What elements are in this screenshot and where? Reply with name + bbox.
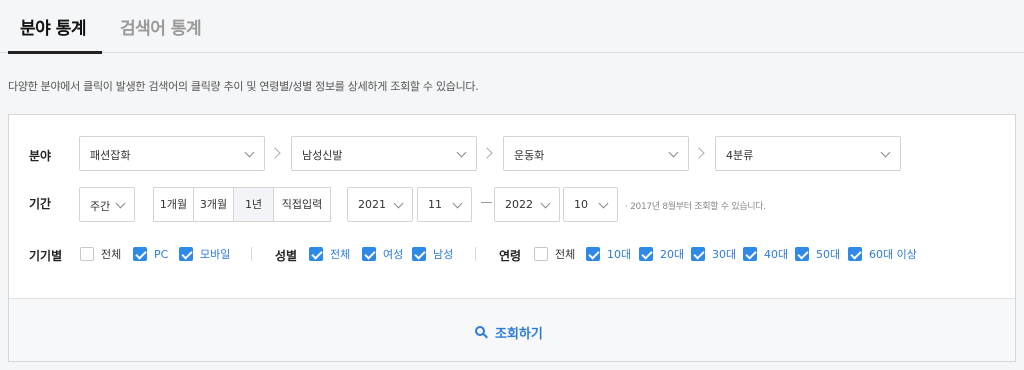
end-year-value: 2022 — [505, 198, 533, 211]
active-tab-indicator — [8, 51, 102, 54]
checkbox-label: 전체 — [555, 248, 576, 261]
checkbox-label: 50대 — [816, 248, 841, 261]
period-hint: · 2017년 8월부터 조회할 수 있습니다. — [625, 202, 766, 212]
chevron-down-icon — [456, 147, 467, 158]
chevron-down-icon — [598, 198, 609, 209]
checkbox-label: 10대 — [607, 248, 632, 261]
age-label: 연령 — [499, 249, 522, 263]
chevron-down-icon — [244, 147, 255, 158]
end-year-select[interactable]: 2022 — [494, 187, 560, 222]
page-description: 다양한 분야에서 클릭이 발생한 검색어의 클릭량 추이 및 연령별/성별 정보… — [8, 80, 479, 93]
checkbox-label: 60대 이상 — [869, 248, 917, 261]
filter-panel: 분야 패션잡화 남성신발 운동화 4분류 기간 주간 1개월 3개월 1년 직접… — [8, 114, 1016, 362]
age-20s-checkbox[interactable]: 20대 — [639, 246, 684, 262]
age-all-checkbox[interactable]: 전체 — [534, 246, 575, 262]
search-icon — [475, 325, 489, 340]
category-level2-value: 남성신발 — [302, 149, 343, 162]
age-10s-checkbox[interactable]: 10대 — [586, 246, 631, 262]
checkbox-label: 전체 — [330, 248, 351, 261]
chevron-right-icon — [481, 147, 493, 159]
checkbox-label: 여성 — [383, 248, 404, 261]
end-month-value: 10 — [574, 198, 588, 211]
category-level4-value: 4분류 — [726, 149, 754, 162]
start-month-value: 11 — [428, 198, 442, 211]
checkbox-label: 40대 — [764, 248, 789, 261]
range-1year-button[interactable]: 1년 — [234, 188, 274, 221]
checkbox-label: 전체 — [101, 248, 122, 261]
search-button[interactable]: 조회하기 — [475, 323, 543, 342]
period-unit-select[interactable]: 주간 — [79, 187, 135, 222]
date-range-dash — [481, 202, 492, 203]
checkbox-box — [133, 247, 147, 261]
checkbox-box — [80, 247, 94, 261]
divider — [251, 247, 252, 261]
checkbox-box — [743, 247, 757, 261]
chevron-down-icon — [393, 198, 404, 209]
checkbox-box — [309, 247, 323, 261]
category-level1-select[interactable]: 패션잡화 — [79, 136, 265, 171]
checkbox-label: 모바일 — [200, 248, 231, 261]
tab-category-stats[interactable]: 분야 통계 — [20, 14, 86, 39]
checkbox-box — [691, 247, 705, 261]
gender-female-checkbox[interactable]: 여성 — [362, 246, 403, 262]
device-all-checkbox[interactable]: 전체 — [80, 246, 121, 262]
tab-bar: 분야 통계 검색어 통계 — [0, 0, 1024, 54]
checkbox-box — [362, 247, 376, 261]
divider — [475, 247, 476, 261]
age-40s-checkbox[interactable]: 40대 — [743, 246, 788, 262]
device-label: 기기별 — [29, 249, 63, 263]
device-mobile-checkbox[interactable]: 모바일 — [179, 246, 230, 262]
checkbox-box — [534, 247, 548, 261]
age-60plus-checkbox[interactable]: 60대 이상 — [848, 246, 917, 262]
start-year-value: 2021 — [358, 198, 386, 211]
category-level1-value: 패션잡화 — [90, 149, 131, 162]
checkbox-box — [586, 247, 600, 261]
chevron-down-icon — [540, 198, 551, 209]
period-label: 기간 — [29, 197, 52, 211]
period-unit-value: 주간 — [90, 200, 111, 213]
chevron-down-icon — [452, 198, 463, 209]
category-label: 분야 — [29, 149, 52, 163]
chevron-right-icon — [269, 147, 281, 159]
gender-male-checkbox[interactable]: 남성 — [412, 246, 453, 262]
gender-all-checkbox[interactable]: 전체 — [309, 246, 350, 262]
category-level3-select[interactable]: 운동화 — [503, 136, 689, 171]
category-level4-select[interactable]: 4분류 — [715, 136, 901, 171]
age-50s-checkbox[interactable]: 50대 — [795, 246, 840, 262]
category-level3-value: 운동화 — [514, 149, 545, 162]
chevron-down-icon — [668, 147, 679, 158]
checkbox-box — [639, 247, 653, 261]
checkbox-box — [179, 247, 193, 261]
period-range-group: 1개월 3개월 1년 직접입력 — [153, 187, 331, 222]
range-custom-button[interactable]: 직접입력 — [274, 188, 330, 221]
chevron-down-icon — [880, 147, 891, 158]
tab-keyword-stats[interactable]: 검색어 통계 — [120, 14, 202, 39]
age-30s-checkbox[interactable]: 30대 — [691, 246, 736, 262]
range-3month-button[interactable]: 3개월 — [194, 188, 234, 221]
checkbox-box — [848, 247, 862, 261]
checkbox-label: 20대 — [660, 248, 685, 261]
start-month-select[interactable]: 11 — [417, 187, 472, 222]
start-year-select[interactable]: 2021 — [347, 187, 413, 222]
chevron-right-icon — [693, 147, 705, 159]
checkbox-box — [795, 247, 809, 261]
checkbox-label: PC — [154, 247, 169, 261]
search-button-label: 조회하기 — [495, 327, 543, 342]
device-pc-checkbox[interactable]: PC — [133, 246, 168, 262]
end-month-select[interactable]: 10 — [563, 187, 618, 222]
chevron-down-icon — [115, 198, 126, 209]
range-1month-button[interactable]: 1개월 — [154, 188, 194, 221]
category-level2-select[interactable]: 남성신발 — [291, 136, 477, 171]
checkbox-label: 남성 — [433, 248, 454, 261]
gender-label: 성별 — [275, 249, 298, 263]
checkbox-box — [412, 247, 426, 261]
checkbox-label: 30대 — [712, 248, 737, 261]
